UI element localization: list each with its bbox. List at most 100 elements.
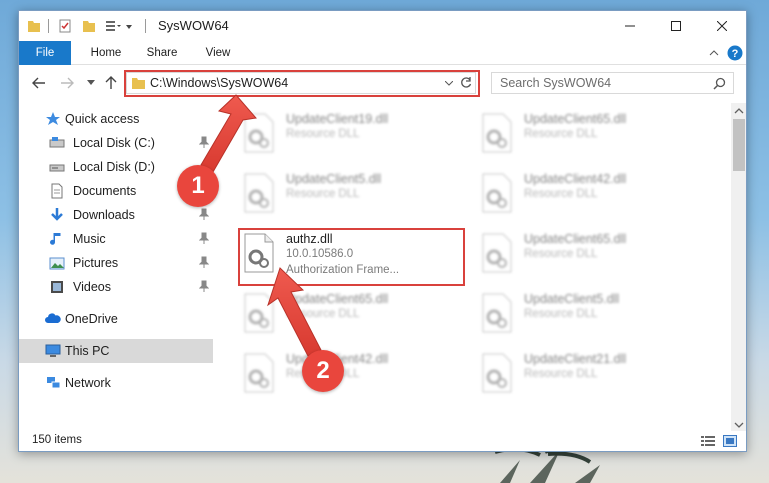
- pin-icon[interactable]: [199, 280, 209, 292]
- sidebar-item-label: Local Disk (C:): [73, 136, 155, 150]
- recent-locations-button[interactable]: [83, 75, 99, 91]
- file-name: UpdateClient5.dll: [524, 292, 620, 306]
- step-2-badge: 2: [302, 350, 344, 392]
- svg-text:?: ?: [732, 48, 739, 60]
- file-name: UpdateClient65.dll: [286, 292, 389, 306]
- item-count: 150 items: [32, 434, 82, 446]
- file-tile[interactable]: UpdateClient65.dll Resource DLL: [239, 287, 469, 339]
- large-icons-view-icon[interactable]: [723, 435, 737, 447]
- computer-icon: [45, 344, 61, 357]
- file-name: UpdateClient42.dll: [524, 172, 627, 186]
- pin-icon[interactable]: [199, 208, 209, 220]
- tab-share[interactable]: Share: [139, 41, 185, 65]
- file-tile[interactable]: UpdateClient65.dll Resource DLL: [477, 227, 707, 279]
- file-tile[interactable]: UpdateClient21.dll Resource DLL: [477, 347, 707, 399]
- sidebar-item-network[interactable]: Network: [19, 371, 213, 395]
- scroll-up-icon[interactable]: [734, 106, 744, 116]
- dropdown-icon[interactable]: [124, 18, 134, 34]
- tab-file[interactable]: File: [19, 41, 71, 65]
- up-button[interactable]: [103, 75, 119, 91]
- title-bar: SysWOW64: [19, 11, 746, 41]
- up-arrow-icon: [105, 76, 117, 89]
- status-bar: 150 items: [19, 431, 746, 451]
- expand-ribbon-icon[interactable]: [709, 49, 719, 57]
- sidebar-item-onedrive[interactable]: OneDrive: [19, 307, 213, 331]
- file-type: Resource DLL: [286, 308, 360, 320]
- vertical-scrollbar[interactable]: [731, 103, 746, 433]
- file-explorer-window: SysWOW64 File Home Share View ? C:\Windo…: [18, 10, 747, 452]
- file-name: UpdateClient19.dll: [286, 112, 389, 126]
- file-type: Resource DLL: [524, 308, 598, 320]
- dll-file-icon: [244, 293, 274, 333]
- details-view-icon[interactable]: [701, 435, 715, 447]
- tab-home[interactable]: Home: [81, 41, 131, 65]
- dll-file-icon: [482, 353, 512, 393]
- sidebar-item-videos[interactable]: Videos: [19, 275, 213, 299]
- file-tile[interactable]: UpdateClient19.dll Resource DLL: [239, 107, 469, 159]
- maximize-button[interactable]: [653, 11, 699, 41]
- file-tile[interactable]: UpdateClient42.dll Resource DLL: [239, 347, 469, 399]
- file-type: Resource DLL: [524, 248, 598, 260]
- file-type: Resource DLL: [524, 368, 598, 380]
- sidebar-item-this-pc[interactable]: This PC: [19, 339, 213, 363]
- videos-icon: [51, 281, 63, 293]
- sidebar-item-label: Quick access: [65, 112, 140, 126]
- forward-arrow-icon: [61, 77, 74, 89]
- onedrive-icon: [45, 313, 61, 323]
- pin-icon[interactable]: [199, 256, 209, 268]
- file-type: Resource DLL: [524, 128, 598, 140]
- new-folder-icon[interactable]: [82, 18, 96, 34]
- file-name: UpdateClient65.dll: [524, 112, 627, 126]
- sidebar-item-local-disk-c[interactable]: Local Disk (C:): [19, 131, 213, 155]
- properties-icon[interactable]: [58, 18, 72, 34]
- authz-file-highlight: [238, 228, 465, 286]
- file-tile[interactable]: UpdateClient65.dll Resource DLL: [477, 107, 707, 159]
- file-type: Resource DLL: [286, 188, 360, 200]
- documents-icon: [51, 183, 63, 199]
- sidebar-item-label: Local Disk (D:): [73, 160, 155, 174]
- file-tile[interactable]: UpdateClient5.dll Resource DLL: [477, 287, 707, 339]
- customize-qa-icon[interactable]: [105, 18, 121, 34]
- sidebar-item-quick-access[interactable]: Quick access: [19, 107, 213, 131]
- dll-file-icon: [482, 173, 512, 213]
- file-type: Resource DLL: [286, 128, 360, 140]
- forward-button[interactable]: [59, 75, 75, 91]
- dll-file-icon: [244, 113, 274, 153]
- file-tile[interactable]: UpdateClient42.dll Resource DLL: [477, 167, 707, 219]
- scroll-down-icon[interactable]: [734, 420, 744, 430]
- sidebar-item-label: This PC: [65, 344, 110, 358]
- sidebar-item-label: Documents: [73, 184, 137, 198]
- back-button[interactable]: [31, 75, 47, 91]
- pictures-icon: [49, 257, 65, 270]
- scrollbar-thumb[interactable]: [733, 119, 745, 171]
- folder-icon: [28, 21, 40, 32]
- file-name: UpdateClient5.dll: [286, 172, 382, 186]
- step-1-badge: 1: [177, 165, 219, 207]
- file-type: Resource DLL: [524, 188, 598, 200]
- dll-file-icon: [244, 353, 274, 393]
- downloads-icon: [51, 208, 63, 221]
- minimize-button[interactable]: [607, 11, 653, 41]
- sidebar-item-label: Downloads: [73, 208, 135, 222]
- search-box[interactable]: Search SysWOW64: [491, 72, 734, 94]
- sidebar-item-music[interactable]: Music: [19, 227, 213, 251]
- close-button[interactable]: [699, 11, 745, 41]
- sidebar-item-downloads[interactable]: Downloads: [19, 203, 213, 227]
- dll-file-icon: [482, 293, 512, 333]
- pin-icon[interactable]: [199, 136, 209, 148]
- network-icon: [47, 377, 61, 389]
- help-icon[interactable]: ?: [727, 45, 743, 61]
- window-title: SysWOW64: [158, 18, 229, 33]
- navigation-pane: Quick access Local Disk (C:) Local Disk …: [19, 103, 213, 425]
- sidebar-item-pictures[interactable]: Pictures: [19, 251, 213, 275]
- sidebar-item-label: Videos: [73, 280, 111, 294]
- search-icon[interactable]: [713, 77, 726, 90]
- tab-view[interactable]: View: [195, 41, 241, 65]
- file-tile[interactable]: UpdateClient5.dll Resource DLL: [239, 167, 469, 219]
- chevron-down-icon: [87, 80, 95, 85]
- pin-icon[interactable]: [199, 232, 209, 244]
- dll-file-icon: [482, 233, 512, 273]
- back-arrow-icon: [32, 77, 45, 89]
- sidebar-item-label: Pictures: [73, 256, 119, 270]
- star-icon: [46, 112, 60, 125]
